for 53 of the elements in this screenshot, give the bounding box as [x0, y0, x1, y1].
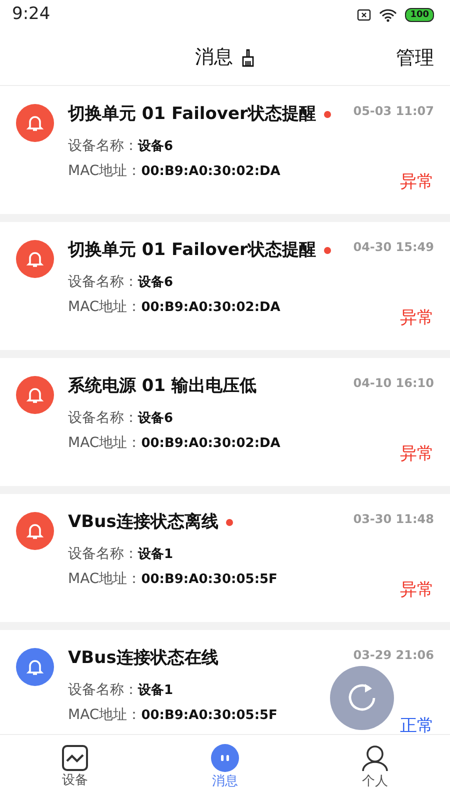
- manage-button[interactable]: 管理: [396, 44, 434, 72]
- message-card[interactable]: 切换单元 01 Failover状态提醒 05-03 11:07 设备名称：设备6 MAC地址：00:B9:A0:30:02:DA 异常: [0, 86, 450, 214]
- mac-address: 00:B9:A0:30:02:DA: [141, 434, 280, 452]
- message-card[interactable]: 切换单元 01 Failover状态提醒 04-30 15:49 设备名称：设备6 MAC地址：00:B9:A0:30:02:DA 异常: [0, 222, 450, 350]
- device-name: 设备6: [138, 410, 174, 428]
- field-label: MAC地址：: [68, 570, 142, 588]
- device-name: 设备6: [138, 138, 174, 156]
- device-name: 设备6: [138, 274, 174, 292]
- field-label: 设备名称：: [68, 136, 138, 156]
- tab-item[interactable]: 设备: [61, 740, 89, 794]
- broom-icon[interactable]: [241, 48, 255, 66]
- sim-icon: [357, 9, 372, 21]
- timestamp: 04-10 16:10: [353, 375, 434, 392]
- status-text: 异常: [400, 443, 434, 466]
- device-name: 设备1: [138, 682, 174, 700]
- field-label: 设备名称：: [68, 272, 138, 292]
- field-label: MAC地址：: [68, 706, 142, 724]
- chart-icon: [61, 744, 89, 771]
- timestamp: 05-03 11:07: [353, 103, 434, 120]
- message-title: 切换单元 01 Failover状态提醒: [68, 239, 316, 262]
- timestamp: 03-30 11:48: [353, 511, 434, 528]
- message-card[interactable]: VBus连接状态离线 03-30 11:48 设备名称：设备1 MAC地址：00:B9:A0:30:05:5F 异常: [0, 494, 450, 622]
- battery-icon: 100: [405, 8, 434, 22]
- status-text: 异常: [400, 579, 434, 602]
- field-label: 设备名称：: [68, 544, 138, 564]
- message-card[interactable]: VBus连接状态在线 03-29 21:06 设备名称：设备1 MAC地址：00:B9:A0:30:05:5F 正常: [0, 630, 450, 734]
- message-card[interactable]: 系统电源 01 输出电压低 04-10 16:10 设备名称：设备6 MAC地址：00:B9:A0:30:02:DA 异常: [0, 358, 450, 486]
- message-title: 切换单元 01 Failover状态提醒: [68, 103, 316, 126]
- field-label: 设备名称：: [68, 680, 138, 700]
- clock: 9:24: [12, 3, 50, 26]
- tab-item[interactable]: 个人: [361, 740, 389, 796]
- person-icon: [361, 744, 389, 772]
- status-text: 异常: [400, 307, 434, 330]
- message-title: VBus连接状态在线: [68, 647, 218, 670]
- mac-address: 00:B9:A0:30:02:DA: [141, 162, 280, 180]
- message-title: 系统电源 01 输出电压低: [68, 375, 256, 398]
- timestamp: 04-30 15:49: [353, 239, 434, 256]
- mac-address: 00:B9:A0:30:05:5F: [141, 706, 278, 724]
- tab-item[interactable]: 消息: [211, 740, 239, 796]
- chat-icon: [211, 744, 239, 772]
- mac-address: 00:B9:A0:30:02:DA: [141, 298, 280, 316]
- timestamp: 03-29 21:06: [353, 647, 434, 664]
- field-label: MAC地址：: [68, 162, 142, 180]
- device-name: 设备1: [138, 546, 174, 564]
- field-label: MAC地址：: [68, 298, 142, 316]
- status-text: 异常: [400, 171, 434, 194]
- field-label: MAC地址：: [68, 434, 142, 452]
- message-title: VBus连接状态离线: [68, 511, 218, 534]
- page-title: 消息: [195, 45, 233, 70]
- wifi-icon: [379, 8, 398, 22]
- field-label: 设备名称：: [68, 408, 138, 428]
- status-text: 正常: [400, 715, 434, 734]
- mac-address: 00:B9:A0:30:05:5F: [141, 570, 278, 588]
